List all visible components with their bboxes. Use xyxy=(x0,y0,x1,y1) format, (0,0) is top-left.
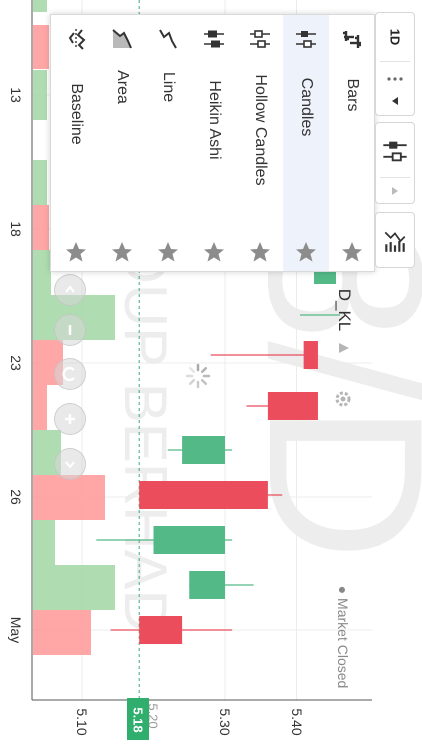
price-label: 5.30 xyxy=(217,708,233,736)
volume-bar xyxy=(33,385,47,430)
menu-item-label: Area xyxy=(114,70,131,104)
caret-right-icon xyxy=(392,187,398,195)
minus-icon xyxy=(68,325,72,335)
volume-bar xyxy=(33,25,49,69)
chart-screen: 8/D GROUP BERHAD 13 18 23 26 May 5.10 5.… xyxy=(0,0,422,750)
candles-chart-icon xyxy=(296,31,316,48)
hollow-candles-icon xyxy=(250,30,270,48)
menu-item-area[interactable]: Area xyxy=(99,15,145,271)
candle-body xyxy=(189,571,225,599)
zoom-out-button[interactable] xyxy=(54,314,86,346)
reset-icon xyxy=(62,366,75,382)
candle-body xyxy=(182,436,225,464)
interval-toolbar-group: 1D xyxy=(375,12,415,116)
volume-bar xyxy=(33,475,105,520)
indicators-toolbar-group xyxy=(375,212,415,268)
indicators-button[interactable] xyxy=(376,221,414,261)
menu-item-line[interactable]: Line xyxy=(145,15,191,271)
heikin-ashi-icon xyxy=(204,30,224,48)
favorite-star-icon[interactable] xyxy=(156,240,180,264)
menu-item-bars[interactable]: Bars xyxy=(329,15,375,271)
menu-item-label: Line xyxy=(160,71,177,103)
zoom-in-button[interactable] xyxy=(54,403,86,435)
favorite-star-icon[interactable] xyxy=(64,240,88,264)
chart-style-button[interactable] xyxy=(376,131,414,171)
date-label: May xyxy=(8,616,24,644)
favorite-star-icon[interactable] xyxy=(202,240,226,264)
caret-left-icon xyxy=(392,97,398,105)
scroll-forward-button[interactable] xyxy=(54,274,86,306)
volume-bar xyxy=(33,520,55,565)
scroll-end-button[interactable] xyxy=(54,448,86,480)
bars-chart-icon xyxy=(343,31,361,48)
volume-bar xyxy=(33,250,51,295)
current-price-label: 5.18 xyxy=(130,707,146,733)
menu-item-heikin-ashi[interactable]: Heikin Ashi xyxy=(191,15,237,271)
interval-button[interactable]: 1D xyxy=(388,29,403,46)
candle-body xyxy=(314,272,336,284)
volume-bar xyxy=(33,205,49,250)
favorite-star-icon[interactable] xyxy=(294,240,318,264)
menu-item-candles[interactable]: Candles xyxy=(283,15,329,271)
line-chart-icon xyxy=(159,29,177,49)
plus-icon xyxy=(65,414,75,424)
chevron-right-icon xyxy=(65,461,75,469)
menu-item-baseline[interactable]: Baseline xyxy=(53,15,99,271)
chart-type-menu: Bars Candles Hollow Candles Heikin Ashi … xyxy=(50,14,375,272)
menu-item-label: Hollow Candles xyxy=(252,74,269,186)
market-status: ● Market Closed xyxy=(335,585,351,689)
candle-body xyxy=(303,341,318,369)
date-label: 26 xyxy=(8,489,24,505)
menu-item-label: Baseline xyxy=(68,83,85,145)
date-label: 23 xyxy=(8,355,24,371)
baseline-chart-icon xyxy=(68,29,86,50)
expand-button[interactable] xyxy=(376,181,414,201)
volume-bar xyxy=(33,70,47,120)
more-dots-icon xyxy=(387,77,403,81)
price-label: 5.10 xyxy=(74,708,90,736)
date-label: 18 xyxy=(8,221,24,237)
candle-body xyxy=(267,392,318,420)
candles-icon xyxy=(383,141,407,162)
volume-bar xyxy=(33,160,47,205)
volume-bar xyxy=(33,610,91,655)
menu-item-label: Bars xyxy=(344,78,361,112)
menu-item-label: Heikin Ashi xyxy=(206,80,223,160)
reset-zoom-button[interactable] xyxy=(54,358,86,390)
area-chart-icon xyxy=(112,29,132,49)
toolbar-divider xyxy=(380,61,410,62)
favorite-star-icon[interactable] xyxy=(110,240,134,264)
volume-bar xyxy=(33,565,115,610)
chevron-left-icon xyxy=(65,285,75,293)
toolbar-divider xyxy=(380,177,410,178)
candle-body xyxy=(139,481,268,509)
favorite-star-icon[interactable] xyxy=(340,240,364,264)
symbol-settings-gear-icon[interactable] xyxy=(334,390,352,408)
candle-body xyxy=(139,616,183,644)
symbol-visibility-icon[interactable] xyxy=(337,341,351,355)
price-label: 5.40 xyxy=(289,708,305,736)
chart-style-toolbar-group xyxy=(375,122,415,204)
candle-body xyxy=(153,526,225,554)
collapse-button[interactable] xyxy=(376,91,414,111)
symbol-label[interactable]: D_KL xyxy=(334,289,354,332)
indicators-icon xyxy=(384,231,406,252)
loading-spinner-icon xyxy=(185,363,211,389)
menu-item-hollow-candles[interactable]: Hollow Candles xyxy=(237,15,283,271)
more-options-button[interactable] xyxy=(376,69,414,89)
menu-item-label: Candles xyxy=(298,77,315,137)
volume-bar xyxy=(33,0,47,12)
date-label: 13 xyxy=(8,87,24,103)
favorite-star-icon[interactable] xyxy=(248,240,272,264)
